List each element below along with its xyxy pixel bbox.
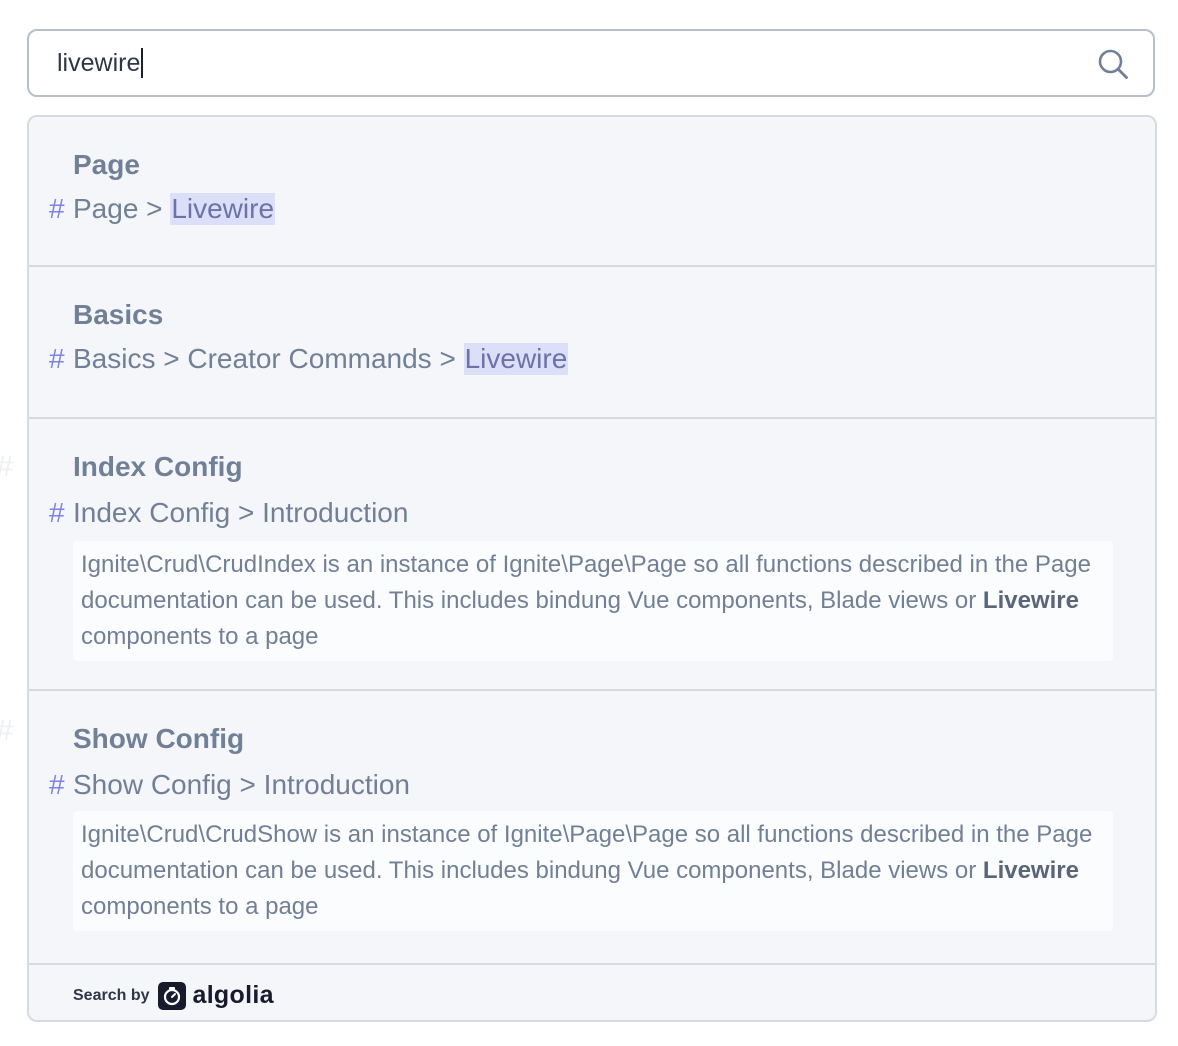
result-category: Show Config bbox=[73, 723, 245, 754]
search-footer: Search by algolia bbox=[29, 965, 1155, 1020]
hierarchy-prefix: Basics > Creator Commands > bbox=[73, 343, 464, 374]
search-result-index-config[interactable]: Index Config # Index Config > Introducti… bbox=[29, 419, 1155, 691]
match-highlight: Livewire bbox=[170, 193, 276, 225]
result-category: Basics bbox=[73, 299, 164, 330]
result-snippet: Ignite\Crud\CrudShow is an instance of I… bbox=[73, 811, 1113, 931]
snippet-text-end: components to a page bbox=[81, 893, 319, 920]
snippet-text: Ignite\Crud\CrudIndex is an instance of … bbox=[81, 551, 1091, 614]
hierarchy-prefix: Page > bbox=[73, 193, 171, 224]
search-results-dropdown: Page # Page > Livewire Basics # Basics >… bbox=[27, 115, 1157, 1022]
hierarchy-text: Show Config > Introduction bbox=[73, 769, 410, 800]
hash-icon: # bbox=[49, 193, 65, 224]
search-result-basics[interactable]: Basics # Basics > Creator Commands > Liv… bbox=[29, 267, 1155, 419]
algolia-timer-icon bbox=[158, 981, 187, 1010]
hash-icon: # bbox=[49, 769, 65, 800]
result-category: Page bbox=[73, 149, 140, 180]
snippet-match: Livewire bbox=[982, 857, 1079, 884]
background-hash-2: # bbox=[0, 714, 13, 748]
result-hierarchy[interactable]: # Basics > Creator Commands > Livewire bbox=[49, 343, 569, 375]
search-input-value: livewire bbox=[57, 49, 141, 77]
hash-icon: # bbox=[49, 343, 65, 374]
result-hierarchy[interactable]: # Index Config > Introduction bbox=[49, 497, 408, 529]
background-hash-1: # bbox=[0, 450, 13, 484]
match-highlight: Livewire bbox=[463, 343, 569, 375]
search-input[interactable]: livewire bbox=[57, 31, 144, 95]
search-by-label: Search by bbox=[73, 986, 150, 1004]
result-snippet: Ignite\Crud\CrudIndex is an instance of … bbox=[73, 541, 1113, 661]
hierarchy-text: Index Config > Introduction bbox=[73, 497, 409, 528]
algolia-wordmark: algolia bbox=[192, 981, 274, 1009]
text-caret bbox=[141, 48, 144, 78]
search-box[interactable]: livewire bbox=[27, 29, 1155, 97]
result-hierarchy[interactable]: # Show Config > Introduction bbox=[49, 769, 410, 801]
algolia-logo: algolia bbox=[158, 981, 273, 1010]
snippet-text-end: components to a page bbox=[81, 623, 319, 650]
snippet-match: Livewire bbox=[982, 587, 1079, 614]
search-by-algolia[interactable]: Search by algolia bbox=[73, 981, 274, 1010]
search-icon[interactable] bbox=[1097, 48, 1129, 80]
hash-icon: # bbox=[49, 497, 65, 528]
search-result-show-config[interactable]: Show Config # Show Config > Introduction… bbox=[29, 691, 1155, 965]
result-category: Index Config bbox=[73, 451, 243, 482]
result-hierarchy[interactable]: # Page > Livewire bbox=[49, 193, 276, 225]
snippet-text: Ignite\Crud\CrudShow is an instance of I… bbox=[81, 821, 1093, 884]
search-result-page[interactable]: Page # Page > Livewire bbox=[29, 117, 1155, 267]
